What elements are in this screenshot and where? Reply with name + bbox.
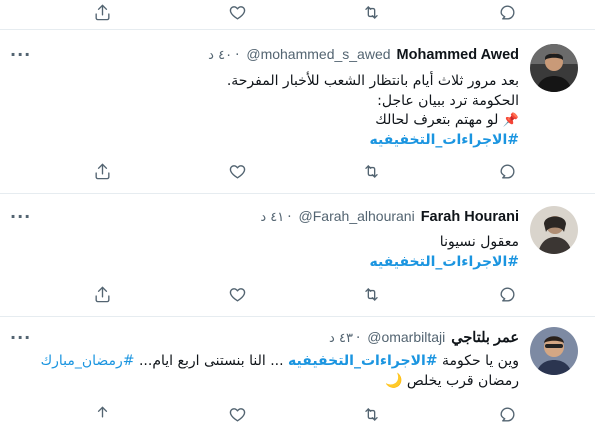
retweet-button[interactable]: [358, 402, 384, 426]
more-icon: ···: [10, 45, 32, 64]
retweet-icon: [364, 407, 378, 421]
retweet-button[interactable]: [358, 159, 384, 183]
tweet-text: وين يا حكومة #الاجراءات_التخفيفيه ... ال…: [41, 352, 519, 391]
divider: [0, 29, 595, 30]
dot-separator: ·: [235, 47, 240, 63]
like-icon: [229, 164, 245, 179]
reply-button[interactable]: [494, 159, 520, 183]
hashtag-link[interactable]: #الاجراءات_التخفيفيه: [369, 254, 519, 270]
more-icon: ···: [10, 207, 32, 226]
hashtag-link[interactable]: #رمضان_مبارك: [41, 353, 135, 369]
tweet-line-text: رمضان قرب يخلص: [406, 372, 519, 389]
more-button[interactable]: ···: [10, 328, 32, 347]
tweet-text: بعد مرور ثلاث أيام بانتظار الشعب للأخبار…: [227, 72, 519, 150]
tweet-line: وين يا حكومة #الاجراءات_التخفيفيه ... ال…: [41, 352, 519, 372]
like-button[interactable]: [224, 0, 250, 24]
share-icon: [94, 286, 110, 302]
tweet-actions-previous: [0, 0, 595, 24]
more-button[interactable]: ···: [10, 207, 32, 226]
tweet-actions: [0, 282, 595, 306]
tweet-header: ٤٣ د · @omarbiltaji عمر بلتاجي: [329, 329, 519, 346]
dot-separator: ·: [355, 330, 361, 346]
tweet-line: بعد مرور ثلاث أيام بانتظار الشعب للأخبار…: [226, 73, 519, 89]
tweet-header: ٤١ د · @Farah_alhourani Farah Hourani: [260, 208, 519, 225]
share-button[interactable]: [89, 159, 115, 183]
like-icon: [229, 5, 245, 20]
share-button[interactable]: [89, 402, 115, 426]
reply-icon: [499, 163, 515, 179]
tweet-line: معقول نسيونا: [439, 234, 519, 250]
tweet-text: معقول نسيونا #الاجراءات_التخفيفيه: [369, 233, 519, 272]
hashtag-link[interactable]: #الاجراءات_التخفيفيه: [288, 353, 438, 369]
share-icon: [97, 406, 107, 418]
reply-button[interactable]: [494, 402, 520, 426]
more-button[interactable]: ···: [10, 45, 32, 64]
retweet-button[interactable]: [358, 282, 384, 306]
user-handle[interactable]: @omarbiltaji: [367, 329, 445, 345]
avatar[interactable]: [530, 327, 578, 375]
tweet-line-text: ... النا بنستنى اربع ايام...: [138, 353, 284, 369]
tweet-line: 📌 لو مهتم بتعرف لحالك: [227, 111, 519, 131]
user-name[interactable]: Mohammed Awed: [397, 47, 519, 63]
timestamp[interactable]: ٤٣ د: [329, 331, 353, 346]
share-button[interactable]: [89, 282, 115, 306]
avatar[interactable]: [530, 44, 578, 92]
like-icon: [229, 287, 245, 302]
tweet-header: ٤٠ د · @mohammed_s_awed Mohammed Awed: [208, 46, 519, 63]
timestamp[interactable]: ٤١ د: [260, 210, 284, 225]
retweet-icon: [364, 287, 378, 301]
tweet-line-text: لو مهتم بتعرف لحالك: [375, 112, 499, 128]
pushpin-icon: 📌: [502, 113, 519, 128]
tweet-actions: [0, 159, 595, 183]
share-icon: [94, 163, 110, 179]
user-handle[interactable]: @mohammed_s_awed: [246, 46, 390, 62]
reply-button[interactable]: [494, 0, 520, 24]
divider: [0, 316, 595, 317]
dot-separator: ·: [287, 209, 292, 225]
reply-icon: [499, 406, 515, 422]
like-button[interactable]: [224, 282, 250, 306]
timestamp[interactable]: ٤٠ د: [208, 48, 232, 63]
more-icon: ···: [10, 328, 32, 347]
tweet[interactable]: ··· ٤٣ د · @omarbiltaji عمر بلتاجي وين ي…: [0, 327, 595, 409]
tweet-line: الحكومة ترد ببيان عاجل:: [377, 92, 519, 109]
retweet-button[interactable]: [358, 0, 384, 24]
like-icon: [229, 407, 245, 422]
retweet-icon: [364, 164, 378, 178]
crescent-moon-icon: 🌙: [384, 372, 403, 389]
reply-icon: [499, 4, 515, 20]
tweet[interactable]: ··· ٤١ د · @Farah_alhourani Farah Houran…: [0, 206, 595, 286]
like-button[interactable]: [224, 402, 250, 426]
tweet-actions: [0, 402, 595, 426]
avatar[interactable]: [530, 206, 578, 254]
tweet-line: رمضان قرب يخلص 🌙: [41, 372, 519, 392]
like-button[interactable]: [224, 159, 250, 183]
tweet-line-text: وين يا حكومة: [442, 353, 519, 369]
user-handle[interactable]: @Farah_alhourani: [299, 208, 415, 224]
user-name[interactable]: Farah Hourani: [421, 209, 519, 225]
reply-icon: [499, 286, 515, 302]
retweet-icon: [364, 5, 378, 19]
divider: [0, 193, 595, 194]
hashtag-link[interactable]: #الاجراءات_التخفيفيه: [369, 132, 519, 148]
user-name[interactable]: عمر بلتاجي: [451, 330, 519, 346]
share-button[interactable]: [89, 0, 115, 24]
reply-button[interactable]: [494, 282, 520, 306]
share-icon: [94, 4, 110, 20]
